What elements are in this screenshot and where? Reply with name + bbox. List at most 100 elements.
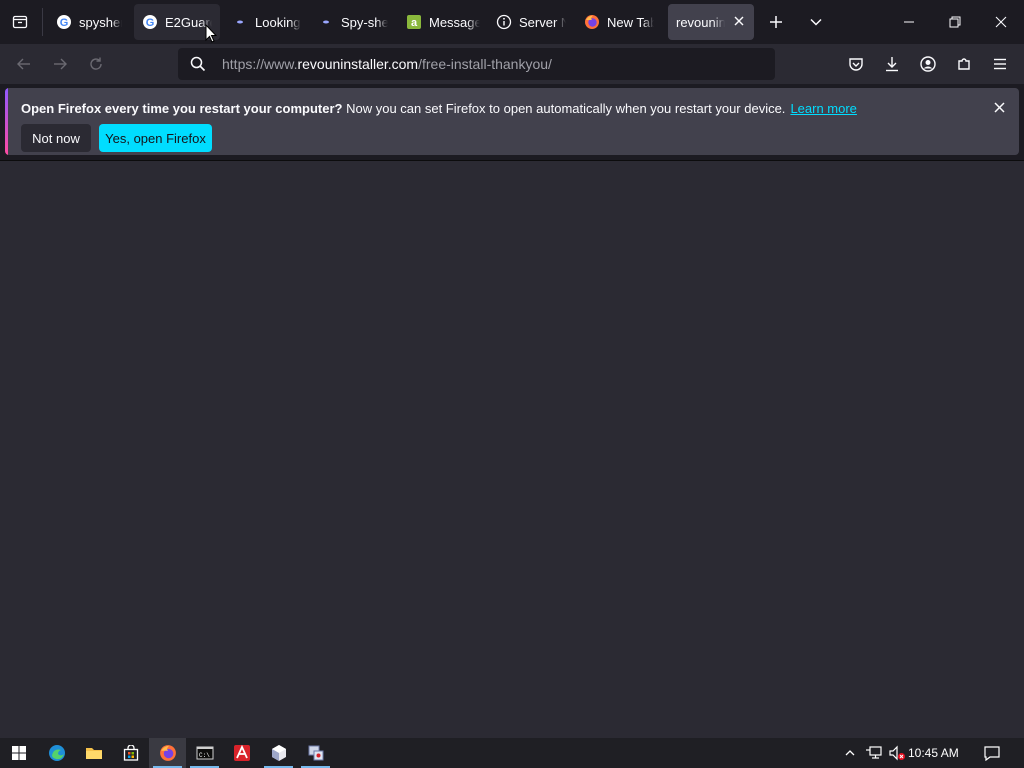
restore-button[interactable]: [932, 0, 978, 44]
download-icon: [886, 57, 898, 72]
forward-arrow-icon: [54, 58, 67, 70]
minimize-button[interactable]: [886, 0, 932, 44]
yes-open-firefox-button[interactable]: Yes, open Firefox: [99, 124, 212, 152]
tab-4[interactable]: a Message: [398, 4, 488, 40]
notification-text: Now you can set Firefox to open automati…: [342, 101, 786, 116]
puzzle-icon: [958, 58, 970, 70]
windows-taskbar: C:\ 10:45 AM: [0, 738, 1024, 768]
close-window-button[interactable]: [978, 0, 1024, 44]
hamburger-menu-icon: [994, 58, 1006, 70]
account-icon: [920, 56, 936, 72]
plus-icon: [770, 16, 782, 28]
back-button[interactable]: [8, 48, 40, 80]
dot-icon: [232, 14, 248, 30]
learn-more-link[interactable]: Learn more: [790, 101, 856, 116]
taskbar-command-prompt[interactable]: C:\: [186, 738, 223, 768]
firefox-view-icon: [12, 15, 28, 29]
svg-text:G: G: [60, 17, 69, 29]
edge-icon: [48, 745, 65, 761]
tab-0[interactable]: G spysher: [48, 4, 130, 40]
taskbar-network-app[interactable]: [297, 738, 334, 768]
terminal-icon: C:\: [196, 746, 213, 760]
not-now-button[interactable]: Not now: [21, 124, 91, 152]
tab-separator: [42, 8, 43, 36]
info-icon: [496, 14, 512, 30]
taskbar-clock[interactable]: 10:45 AM: [908, 738, 959, 768]
taskbar-edge[interactable]: [38, 738, 75, 768]
reload-button[interactable]: [80, 48, 112, 80]
url-bar[interactable]: https://www.revouninstaller.com/free-ins…: [178, 48, 775, 80]
arrow-cursor-icon: [205, 23, 218, 43]
tab-label: Message: [429, 14, 480, 30]
tab-5[interactable]: Server N: [488, 4, 574, 40]
taskbar-firefox[interactable]: [149, 738, 186, 768]
chevron-up-icon: [845, 750, 855, 756]
firefox-icon: [584, 14, 600, 30]
new-tab-button[interactable]: [758, 4, 794, 40]
navigation-toolbar: https://www.revouninstaller.com/free-ins…: [0, 44, 1024, 84]
store-bag-icon: [123, 745, 138, 761]
firefox-icon: [159, 745, 176, 761]
downloads-button[interactable]: [876, 48, 908, 80]
url-path: /free-install-thankyou/: [418, 56, 552, 72]
notification-title: Open Firefox every time you restart your…: [21, 101, 343, 116]
close-icon: [995, 16, 1007, 28]
tab-label: revouninst: [676, 14, 726, 30]
a-icon: a: [406, 14, 422, 30]
tab-3[interactable]: Spy-sher: [310, 4, 396, 40]
taskbar-store[interactable]: [112, 738, 149, 768]
extensions-button[interactable]: [948, 48, 980, 80]
volume-tray-button[interactable]: [886, 738, 908, 768]
svg-text:G: G: [146, 17, 155, 29]
restore-icon: [949, 16, 961, 28]
network-tray-button[interactable]: [863, 738, 885, 768]
start-button[interactable]: [0, 738, 37, 768]
pocket-button[interactable]: [840, 48, 872, 80]
url-prefix: https://www.: [222, 56, 298, 72]
account-button[interactable]: [912, 48, 944, 80]
folder-icon: [85, 748, 102, 759]
tab-label: New Tab: [607, 14, 654, 30]
notification-message: Open Firefox every time you restart your…: [21, 101, 857, 116]
notification-accent: [5, 88, 8, 155]
show-hidden-icons-button[interactable]: [840, 738, 860, 768]
action-center-icon: [984, 746, 1000, 761]
menu-button[interactable]: [984, 48, 1016, 80]
page-content: [0, 160, 1024, 738]
google-icon: G: [56, 14, 72, 30]
windows-logo-icon: [11, 746, 26, 760]
taskbar-antivirus[interactable]: [223, 738, 260, 768]
notification-center-button[interactable]: [978, 738, 1006, 768]
back-arrow-icon: [17, 58, 30, 70]
tab-label: Looking: [255, 14, 301, 30]
svg-text:a: a: [411, 17, 418, 29]
chevron-down-icon: [810, 18, 822, 26]
forward-button[interactable]: [44, 48, 76, 80]
volume-muted-icon: [889, 745, 905, 761]
list-all-tabs-button[interactable]: [798, 4, 834, 40]
notification-close-icon[interactable]: [991, 99, 1007, 115]
tab-7-active[interactable]: revouninst: [668, 4, 754, 40]
svg-text:C:\: C:\: [199, 752, 210, 759]
firefox-view-button[interactable]: [0, 0, 40, 44]
network-icon: [866, 746, 882, 759]
tab-label: Spy-sher: [341, 14, 388, 30]
default-browser-notification: Open Firefox every time you restart your…: [5, 88, 1019, 155]
cube-icon: [271, 745, 286, 761]
tab-label: spysher: [79, 14, 122, 30]
taskbar-virtualbox[interactable]: [260, 738, 297, 768]
tab-bar: G spysher G E2Guard Looking Spy-sher a M…: [0, 0, 1024, 44]
dot-icon: [318, 14, 334, 30]
url-text: https://www.revouninstaller.com/free-ins…: [222, 56, 552, 72]
search-icon: [178, 56, 218, 72]
tab-2[interactable]: Looking: [224, 4, 310, 40]
tab-label: Server N: [519, 14, 566, 30]
taskbar-file-explorer[interactable]: [75, 738, 112, 768]
google-icon: G: [142, 14, 158, 30]
pocket-icon: [849, 58, 863, 71]
tab-close-icon[interactable]: [731, 14, 746, 30]
network-app-icon: [308, 745, 323, 761]
minimize-icon: [904, 21, 914, 23]
avira-icon: [233, 744, 250, 761]
tab-6[interactable]: New Tab: [576, 4, 662, 40]
